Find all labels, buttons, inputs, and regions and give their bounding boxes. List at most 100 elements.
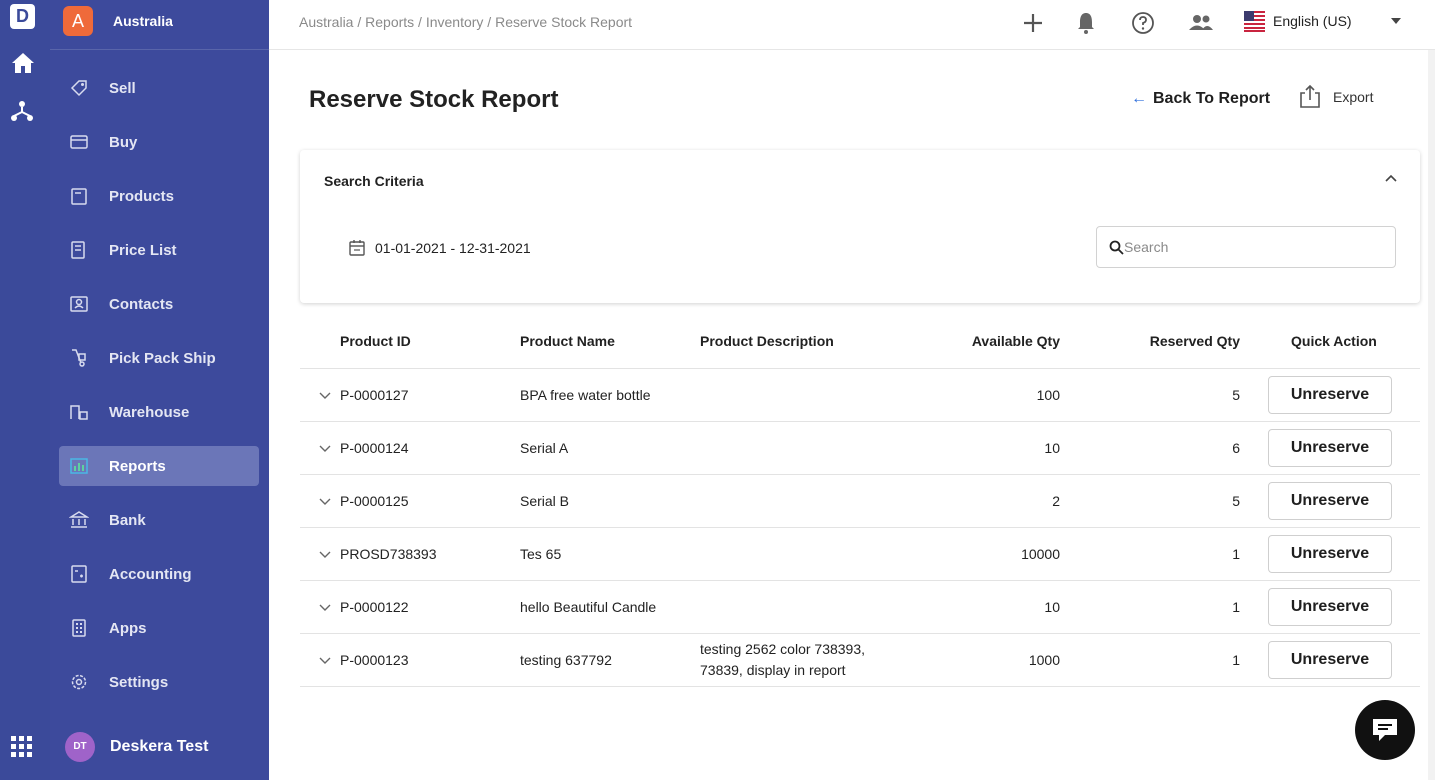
search-input[interactable] xyxy=(1124,237,1384,257)
chevron-up-icon[interactable] xyxy=(1383,170,1399,191)
sidebar-item-accounting[interactable]: Accounting xyxy=(59,554,259,594)
expand-row-icon[interactable] xyxy=(318,601,332,620)
unreserve-button[interactable]: Unreserve xyxy=(1268,535,1392,573)
column-header-product-id[interactable]: Product ID xyxy=(340,333,411,349)
sidebar-item-label: Buy xyxy=(109,134,138,151)
cell-product-id: PROSD738393 xyxy=(340,546,437,562)
unreserve-button[interactable]: Unreserve xyxy=(1268,588,1392,626)
cell-product-id: P-0000127 xyxy=(340,387,409,403)
cell-product-name: BPA free water bottle xyxy=(520,387,651,403)
apps-grid-icon[interactable] xyxy=(11,736,33,763)
cell-product-name: Tes 65 xyxy=(520,546,562,562)
reports-chart-icon xyxy=(70,458,88,474)
sell-tag-icon xyxy=(70,80,87,97)
cell-product-id: P-0000122 xyxy=(340,599,409,615)
arrow-left-icon: ← xyxy=(1131,90,1147,107)
sidebar-item-label: Bank xyxy=(109,512,146,529)
sidebar-item-settings[interactable]: Settings xyxy=(59,662,259,702)
sidebar-item-price-list[interactable]: Price List xyxy=(59,230,259,270)
expand-row-icon[interactable] xyxy=(318,495,332,514)
sidebar-item-label: Contacts xyxy=(109,296,174,313)
warehouse-icon xyxy=(70,405,88,420)
language-selector[interactable]: English (US) xyxy=(1244,10,1404,36)
contacts-icon xyxy=(70,296,88,312)
search-criteria-panel: Search Criteria 01-01-2021 - 12-31-2021 xyxy=(300,150,1420,303)
table-row: P-0000122 hello Beautiful Candle 10 1 Un… xyxy=(300,581,1420,634)
unreserve-button[interactable]: Unreserve xyxy=(1268,482,1392,520)
table-row: PROSD738393 Tes 65 10000 1 Unreserve xyxy=(300,528,1420,581)
bank-icon xyxy=(69,511,89,528)
scrollbar[interactable] xyxy=(1428,50,1435,780)
search-icon xyxy=(1109,240,1124,255)
sidebar-item-label: Warehouse xyxy=(109,404,190,421)
icon-rail: D xyxy=(0,0,50,780)
sidebar-item-products[interactable]: Products xyxy=(59,176,259,216)
cell-reserved-qty: 6 xyxy=(1232,440,1240,456)
chat-bubble-icon xyxy=(1373,719,1397,741)
table-row: P-0000125 Serial B 2 5 Unreserve xyxy=(300,475,1420,528)
sidebar-item-label: Sell xyxy=(109,80,136,97)
column-header-reserved-qty[interactable]: Reserved Qty xyxy=(1150,333,1240,349)
tenant-name: Australia xyxy=(113,13,173,29)
home-icon[interactable] xyxy=(11,52,35,79)
sidebar-item-bank[interactable]: Bank xyxy=(59,500,259,540)
back-label: Back To Report xyxy=(1153,90,1271,107)
tenant-badge: A xyxy=(63,6,93,36)
hand-truck-icon xyxy=(72,349,86,367)
sidebar-item-buy[interactable]: Buy xyxy=(59,122,259,162)
avatar: DT xyxy=(65,732,95,762)
back-to-report-link[interactable]: ← Back To Report xyxy=(1131,90,1270,108)
apps-icon xyxy=(72,619,86,637)
page-title: Reserve Stock Report xyxy=(309,86,559,113)
plus-icon[interactable] xyxy=(1020,10,1046,36)
calendar-icon xyxy=(349,240,365,256)
breadcrumb[interactable]: Australia / Reports / Inventory / Reserv… xyxy=(299,14,632,30)
users-icon[interactable] xyxy=(1187,10,1213,36)
cell-available-qty: 2 xyxy=(1052,493,1060,509)
sidebar-item-label: Price List xyxy=(109,242,177,259)
cell-available-qty: 100 xyxy=(1036,387,1060,403)
chat-button[interactable] xyxy=(1355,700,1415,760)
chevron-down-icon xyxy=(1391,18,1401,24)
top-bar: Australia / Reports / Inventory / Reserv… xyxy=(269,0,1435,50)
sidebar: A Australia Sell Buy Products Price List… xyxy=(50,0,269,780)
column-header-description[interactable]: Product Description xyxy=(700,333,834,349)
accounting-calculator-icon xyxy=(71,565,87,583)
search-box[interactable] xyxy=(1096,226,1396,268)
cell-available-qty: 10000 xyxy=(1021,546,1060,562)
cell-product-name: testing 637792 xyxy=(520,652,612,668)
export-button[interactable]: Export xyxy=(1297,84,1387,110)
cell-reserved-qty: 5 xyxy=(1232,493,1240,509)
column-header-available-qty[interactable]: Available Qty xyxy=(972,333,1060,349)
table-row: P-0000124 Serial A 10 6 Unreserve xyxy=(300,422,1420,475)
org-chart-icon[interactable] xyxy=(10,99,34,128)
sidebar-item-contacts[interactable]: Contacts xyxy=(59,284,259,324)
bell-icon[interactable] xyxy=(1073,10,1099,36)
cell-available-qty: 10 xyxy=(1044,599,1060,615)
expand-row-icon[interactable] xyxy=(318,548,332,567)
cell-available-qty: 1000 xyxy=(1028,652,1060,668)
cell-product-id: P-0000124 xyxy=(340,440,409,456)
cell-product-name: Serial A xyxy=(520,440,569,456)
sidebar-item-reports[interactable]: Reports xyxy=(59,446,259,486)
sidebar-item-apps[interactable]: Apps xyxy=(59,608,259,648)
cell-reserved-qty: 1 xyxy=(1232,652,1240,668)
unreserve-button[interactable]: Unreserve xyxy=(1268,641,1392,679)
sidebar-item-warehouse[interactable]: Warehouse xyxy=(59,392,259,432)
tenant-switcher[interactable]: A Australia xyxy=(50,0,269,50)
buy-card-icon xyxy=(70,135,88,149)
sidebar-item-pick-pack-ship[interactable]: Pick Pack Ship xyxy=(59,338,259,378)
expand-row-icon[interactable] xyxy=(318,389,332,408)
sidebar-item-label: Apps xyxy=(109,620,147,637)
unreserve-button[interactable]: Unreserve xyxy=(1268,429,1392,467)
unreserve-button[interactable]: Unreserve xyxy=(1268,376,1392,414)
search-criteria-title: Search Criteria xyxy=(324,173,424,189)
help-icon[interactable] xyxy=(1130,10,1156,36)
expand-row-icon[interactable] xyxy=(318,442,332,461)
sidebar-item-sell[interactable]: Sell xyxy=(59,68,259,108)
user-profile[interactable]: DT Deskera Test xyxy=(50,726,269,770)
sidebar-item-label: Accounting xyxy=(109,566,192,583)
column-header-product-name[interactable]: Product Name xyxy=(520,333,615,349)
deskera-logo[interactable]: D xyxy=(10,4,35,29)
expand-row-icon[interactable] xyxy=(318,654,332,673)
